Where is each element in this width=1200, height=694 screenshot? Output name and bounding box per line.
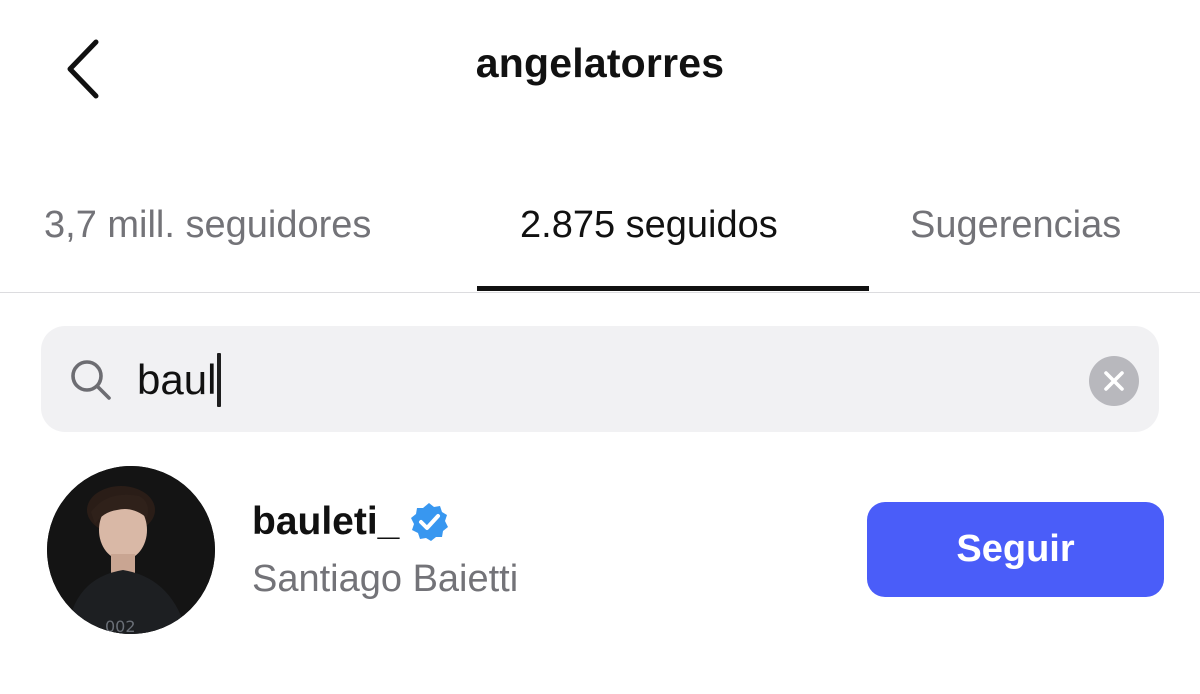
search-icon [71,360,111,400]
tab-followers[interactable]: 3,7 mill. seguidores [44,204,371,247]
active-tab-indicator [477,286,869,291]
follow-button[interactable]: Seguir [867,502,1164,597]
search-box[interactable]: baul [41,326,1159,432]
username[interactable]: bauleti_ [252,500,399,544]
page-title: angelatorres [475,40,725,86]
avatar[interactable]: 002 [47,466,215,634]
tab-bar: 3,7 mill. seguidores 2.875 seguidos Suge… [0,196,1200,292]
tab-following[interactable]: 2.875 seguidos [520,204,778,247]
avatar-image: 002 [47,466,215,634]
screen: angelatorres 3,7 mill. seguidores 2.875 … [0,0,1200,694]
list-item[interactable]: 002 bauleti_ Santiago Baietti Seguir [0,462,1200,642]
username-line: bauleti_ [252,500,449,544]
tab-suggestions[interactable]: Sugerencias [910,204,1121,247]
text-caret [217,353,222,407]
clear-icon [1104,371,1124,391]
search-input[interactable]: baul [137,352,222,408]
tabs-divider [0,292,1200,293]
search-input-value: baul [137,356,217,403]
verified-badge-icon [411,503,449,541]
svg-text:002: 002 [105,617,136,634]
clear-search-button[interactable] [1089,356,1139,406]
full-name: Santiago Baietti [252,558,519,600]
